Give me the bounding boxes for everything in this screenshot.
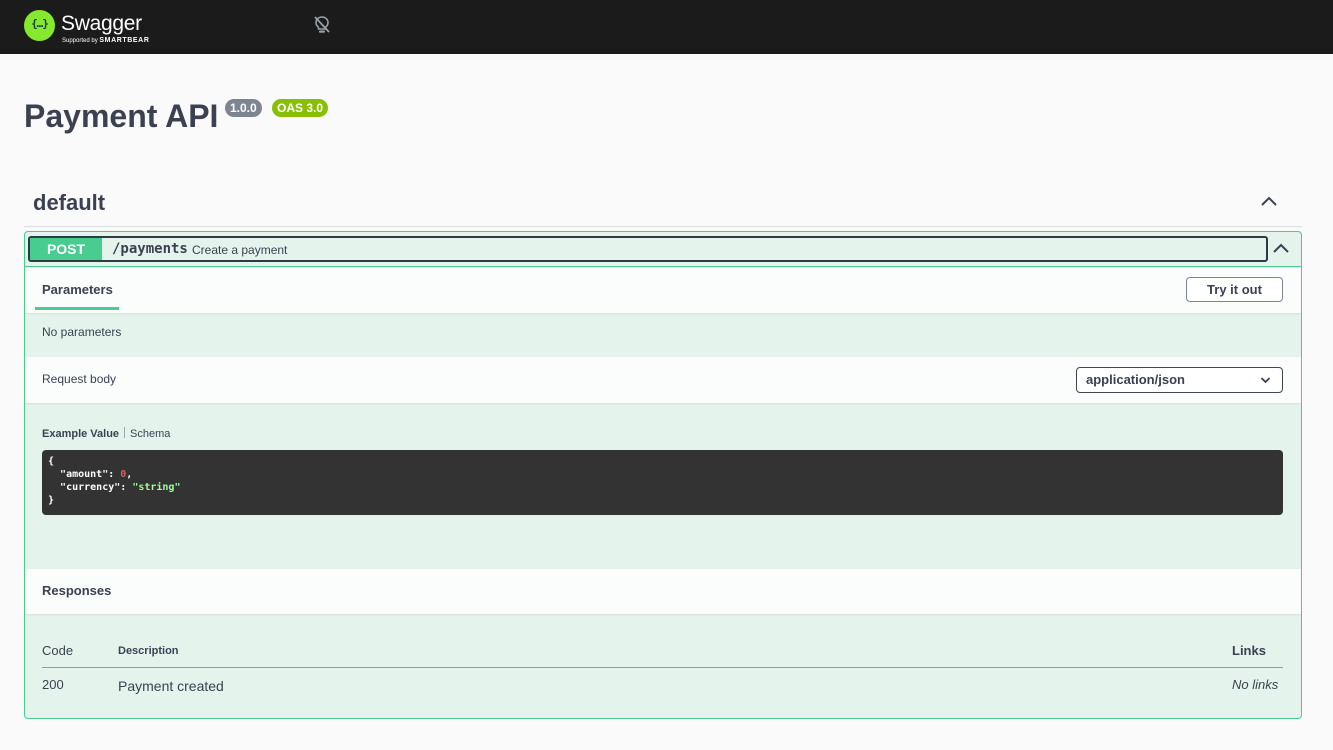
json-key-amount: "amount": [60, 469, 109, 480]
supported-by-text: Supported by: [62, 38, 98, 44]
json-open-brace: {: [48, 456, 55, 467]
lightbulb-off-icon[interactable]: [313, 15, 331, 35]
parameters-header: Parameters Try it out: [25, 268, 1301, 313]
responses-title: Responses: [42, 583, 112, 598]
tag-name: default: [33, 190, 106, 215]
json-close-brace: }: [48, 495, 55, 506]
tab-divider: [124, 427, 126, 438]
operation-block: POST /payments Create a payment Paramete…: [24, 231, 1302, 719]
json-value-amount: 0: [120, 469, 127, 480]
active-tab-indicator: [35, 307, 119, 310]
response-description: Payment created: [118, 678, 224, 694]
topbar: {…} Swagger Supported by SMARTBEAR: [0, 0, 1333, 54]
http-method-badge: POST: [30, 238, 102, 260]
responses-header: Responses: [25, 569, 1301, 614]
no-parameters-text: No parameters: [42, 325, 122, 339]
example-tabs: Example Value Schema: [42, 427, 170, 440]
chevron-up-icon[interactable]: [1259, 194, 1279, 208]
tab-example-value[interactable]: Example Value: [42, 428, 119, 440]
oas-badge: OAS 3.0: [272, 99, 329, 117]
content-type-value: application/json: [1086, 372, 1185, 387]
json-value-currency: "string": [132, 482, 181, 493]
example-code-block[interactable]: { "amount": 0, "currency": "string" }: [42, 450, 1283, 515]
json-key-currency: "currency": [60, 482, 121, 493]
chevron-up-icon[interactable]: [1272, 241, 1290, 255]
column-header-description: Description: [118, 645, 179, 657]
operation-summary-control[interactable]: POST /payments Create a payment: [28, 236, 1268, 262]
content-type-select[interactable]: application/json: [1076, 367, 1283, 393]
tag-section-header[interactable]: default: [24, 180, 1302, 227]
brand-name: Swagger: [61, 12, 142, 35]
column-header-links: Links: [1232, 643, 1266, 658]
smartbear-text: SMARTBEAR: [99, 37, 150, 44]
page-title: Payment API: [24, 98, 219, 134]
tab-parameters[interactable]: Parameters: [42, 282, 113, 297]
request-body-header: Request body application/json: [25, 357, 1301, 403]
response-links: No links: [1232, 677, 1279, 692]
table-header-divider: [42, 667, 1283, 668]
swagger-logo[interactable]: {…} Swagger Supported by SMARTBEAR: [24, 10, 164, 46]
chevron-down-icon: [1260, 377, 1271, 384]
brand-tagline: Supported by SMARTBEAR: [62, 37, 150, 44]
version-badge: 1.0.0: [225, 99, 262, 117]
request-body-label: Request body: [42, 372, 117, 386]
swagger-logo-icon: {…}: [24, 10, 55, 41]
column-header-code: Code: [42, 643, 74, 658]
operation-summary[interactable]: POST /payments Create a payment: [25, 232, 1301, 267]
try-it-out-button[interactable]: Try it out: [1186, 277, 1283, 302]
response-code: 200: [42, 677, 64, 692]
operation-description: Create a payment: [192, 243, 288, 257]
operation-path: /payments: [112, 241, 188, 257]
tab-schema[interactable]: Schema: [130, 428, 170, 440]
logo-glyph: {…}: [31, 17, 49, 30]
